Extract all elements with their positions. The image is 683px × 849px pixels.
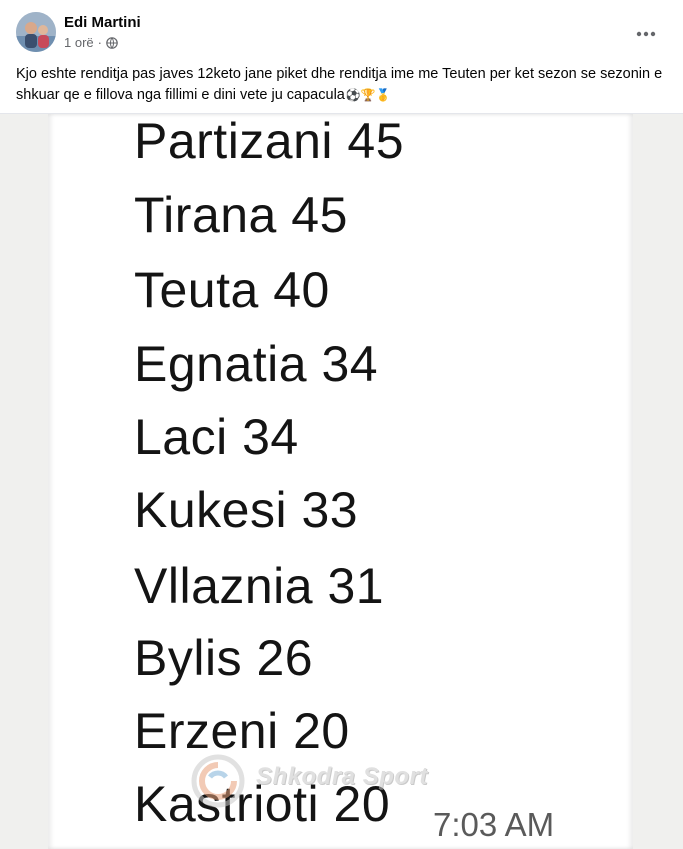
standings-row: Vllaznia 31 xyxy=(134,558,385,614)
standings-row: Teuta 40 xyxy=(134,262,330,318)
message-timestamp: 7:03 AM xyxy=(433,806,555,843)
globe-icon xyxy=(106,36,118,49)
phone-screenshot: Partizani 45 Tirana 45 Teuta 40 Egnatia … xyxy=(48,114,633,849)
standings-row: Partizani 45 xyxy=(134,113,405,169)
watermark-logo-icon xyxy=(191,754,245,808)
post-time[interactable]: 1 orë xyxy=(64,35,94,50)
standings-row: Laci 34 xyxy=(134,409,299,465)
watermark: Shkodra Sport xyxy=(190,751,490,811)
standings-row: Egnatia 34 xyxy=(134,336,379,392)
more-options-icon[interactable] xyxy=(630,22,662,46)
standings-row: Bylis 26 xyxy=(134,630,314,686)
caption-emojis: ⚽🏆🥇 xyxy=(345,88,391,102)
post-photo[interactable]: Partizani 45 Tirana 45 Teuta 40 Egnatia … xyxy=(0,113,683,849)
author-name[interactable]: Edi Martini xyxy=(64,14,141,31)
caption-text: Kjo eshte renditja pas javes 12keto jane… xyxy=(16,66,663,103)
avatar[interactable] xyxy=(16,12,56,52)
post-meta: 1 orë · xyxy=(64,35,118,50)
watermark-text: Shkodra Sport xyxy=(256,763,428,790)
standings-row: Kukesi 33 xyxy=(134,482,359,538)
standings-row: Tirana 45 xyxy=(134,187,348,243)
avatar-photo xyxy=(16,12,56,52)
post-header: Edi Martini 1 orë · xyxy=(16,12,666,56)
post-caption: Kjo eshte renditja pas javes 12keto jane… xyxy=(16,64,666,106)
facebook-post: Edi Martini 1 orë · Kjo eshte renditja p… xyxy=(0,0,683,849)
